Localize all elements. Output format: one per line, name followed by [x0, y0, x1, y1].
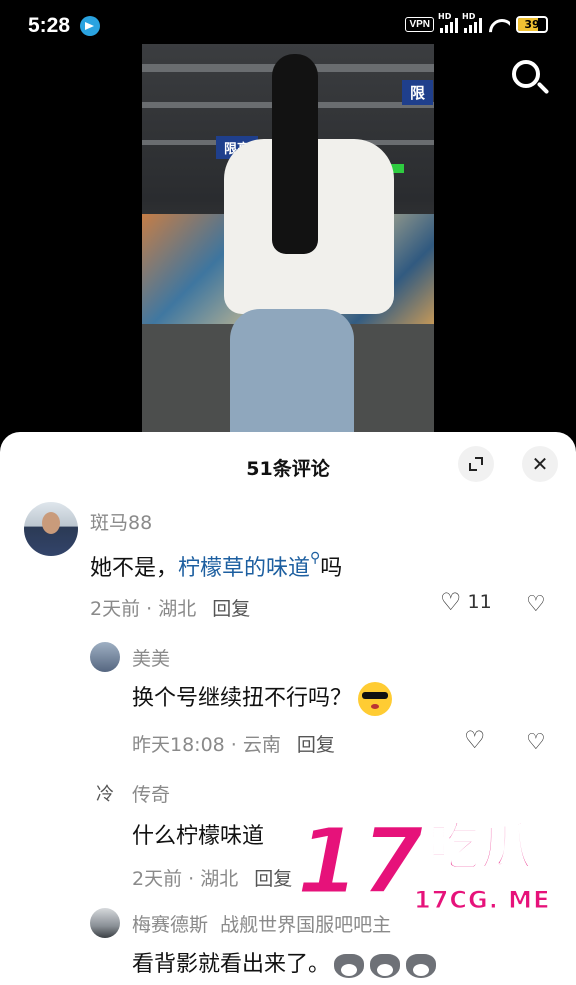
avatar[interactable]: [90, 908, 120, 938]
video-player[interactable]: 限 限高: [0, 44, 576, 444]
comment-username[interactable]: 梅赛德斯: [132, 914, 208, 936]
comment-username[interactable]: 传奇: [132, 780, 170, 807]
like-count: 11: [467, 591, 492, 613]
cool-face-emoji: [358, 682, 393, 716]
telegram-icon: [80, 16, 100, 36]
close-icon: ✕: [531, 452, 549, 476]
status-time: 5:28: [28, 14, 71, 37]
comment-username[interactable]: 斑马88: [90, 508, 152, 535]
avatar[interactable]: [90, 642, 120, 672]
comment-location: 湖北: [158, 598, 197, 620]
search-icon[interactable]: [508, 56, 552, 100]
comment-text: 换个号继续扭不行吗？: [132, 680, 393, 716]
site-watermark: 17 吃瓜 17CG. ME: [294, 808, 566, 926]
close-button[interactable]: ✕: [522, 446, 558, 482]
wifi-icon: [488, 17, 510, 33]
comment-time: 昨天18:08: [132, 734, 225, 756]
person-jeans: [230, 309, 354, 434]
comment-text-part: 换个号继续扭不行吗？: [132, 686, 353, 711]
dislike-icon[interactable]: ♡: [526, 732, 546, 754]
search-link-label: 柠檬草的味道: [178, 556, 311, 581]
like-button[interactable]: ♡: [464, 728, 486, 752]
husky-emoji: [368, 950, 402, 980]
dislike-icon[interactable]: ♡: [526, 594, 546, 616]
height-limit-sign: 限: [402, 80, 434, 105]
vpn-badge: VPN: [405, 17, 434, 32]
comment-time: 2天前: [90, 598, 141, 620]
heart-icon: ♡: [440, 588, 462, 616]
search-link[interactable]: 柠檬草的味道⚲: [178, 550, 320, 581]
battery-icon: 39: [516, 16, 548, 33]
comment-username[interactable]: 美美: [132, 644, 170, 671]
comment-time: 2天前: [132, 868, 183, 890]
expand-icon: [469, 457, 483, 471]
comment-location: 云南: [242, 734, 281, 756]
comment-text: 看背影就看出来了。: [132, 946, 438, 980]
reply-button[interactable]: 回复: [212, 598, 250, 620]
watermark-chinese: 吃瓜: [427, 818, 533, 878]
comment-text-part: 她不是，: [90, 556, 179, 581]
signal-icon: HD: [438, 12, 458, 33]
comment-meta: 2天前 · 湖北 回复: [90, 598, 251, 620]
like-button[interactable]: ♡ 11: [440, 590, 492, 614]
reply-button[interactable]: 回复: [297, 734, 335, 756]
heart-icon: ♡: [464, 726, 486, 754]
watermark-domain: 17CG. ME: [413, 886, 551, 915]
search-small-icon: ⚲: [310, 550, 321, 566]
comment-location: 湖北: [200, 868, 239, 890]
signal-icon-2: HD: [462, 12, 482, 33]
hd-label: HD: [438, 11, 452, 21]
hd-label-2: HD: [462, 11, 476, 21]
watermark-number: 17: [294, 808, 425, 915]
comment-text-part: 看背影就看出来了。: [132, 952, 331, 977]
comment-text: 什么柠檬味道: [132, 824, 265, 849]
video-frame[interactable]: 限 限高: [142, 44, 434, 434]
avatar[interactable]: 冷: [90, 778, 120, 808]
status-icons: VPN HD HD 39: [405, 12, 548, 33]
battery-level: 39: [524, 18, 540, 31]
husky-emoji: [404, 950, 438, 980]
reply-button[interactable]: 回复: [254, 868, 292, 890]
husky-emoji: [332, 950, 366, 980]
comment-meta: 昨天18:08 · 云南 回复: [132, 734, 335, 756]
person-hair: [272, 54, 318, 254]
comment-text-part: 吗: [320, 556, 343, 581]
comment-meta: 2天前 · 湖北 回复: [132, 868, 293, 890]
comment-text: 她不是，柠檬草的味道⚲吗: [90, 550, 342, 582]
avatar[interactable]: [24, 502, 78, 556]
expand-button[interactable]: [458, 446, 494, 482]
